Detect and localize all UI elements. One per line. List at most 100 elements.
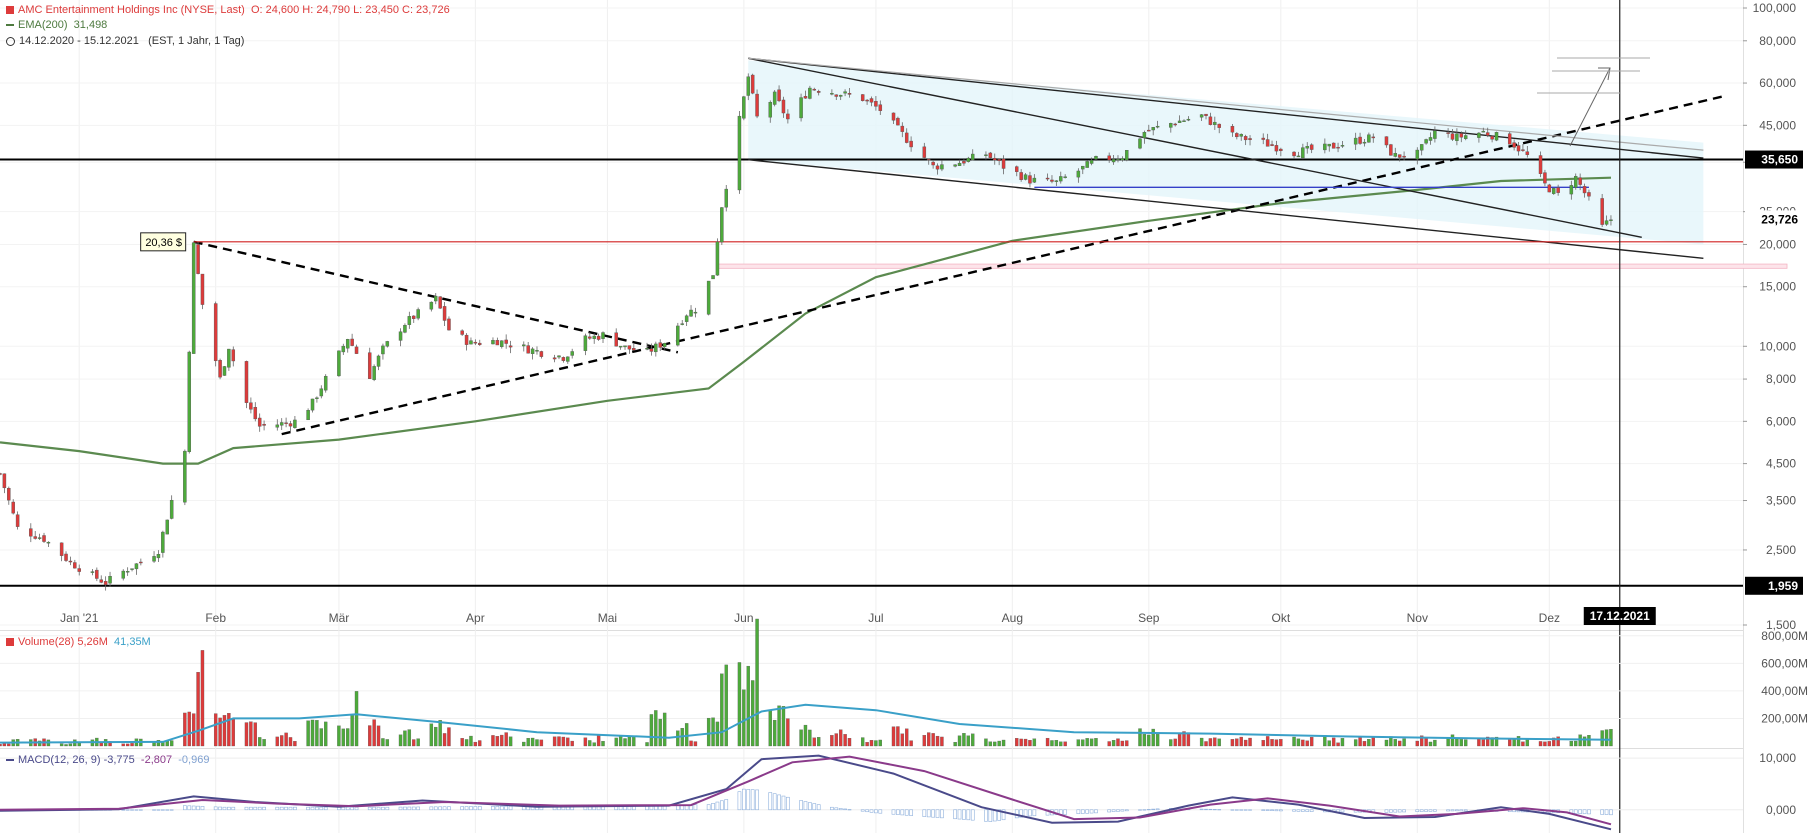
candle-body [218, 360, 222, 378]
volume-bar [535, 739, 539, 747]
volume-bar [1001, 739, 1006, 747]
macd-histogram-bar [249, 806, 253, 811]
volume-bar [742, 689, 746, 747]
volume-bar [227, 713, 231, 747]
candle-body [385, 341, 390, 347]
candle-body [1107, 155, 1111, 161]
candle-body [1239, 133, 1243, 137]
candle-body [984, 154, 988, 156]
macd-histogram-bar [1402, 809, 1406, 813]
macd-histogram-bar [715, 801, 720, 811]
volume-bar [1270, 739, 1274, 747]
volume-bar [1151, 728, 1155, 747]
candle-body [1054, 180, 1059, 182]
candle-body [416, 309, 420, 319]
candle-body [1331, 142, 1336, 149]
macd-histogram-bar [279, 806, 284, 811]
candle-body [1521, 149, 1525, 151]
macd-histogram-bar [1582, 809, 1587, 815]
volume-bar [442, 733, 447, 747]
macd-histogram-bar [1199, 808, 1204, 811]
cursor-date-label: 17.12.2021 [1590, 609, 1650, 623]
volume-bar [350, 715, 354, 747]
candle-body [1230, 126, 1235, 133]
candle-body [434, 295, 438, 302]
candle-body [869, 98, 874, 103]
candle-body [746, 76, 750, 96]
candle-body [1362, 141, 1367, 144]
volume-bar [1397, 740, 1402, 747]
candle-body [535, 350, 539, 352]
candle-body [1358, 136, 1362, 144]
macd-histogram-bar [1428, 809, 1433, 812]
x-tick-label: Nov [1407, 611, 1428, 625]
volume-bar [310, 719, 315, 747]
candle-body [442, 306, 447, 321]
macd-tick-label: 0,000 [1766, 803, 1796, 817]
macd-histogram-bar [1116, 809, 1120, 812]
candle-body [566, 356, 570, 362]
ohlc-readout: O: 24,600 H: 24,790 L: 23,450 C: 23,726 [250, 4, 450, 16]
candle-body [970, 153, 975, 161]
candle-body [1147, 129, 1151, 132]
volume-bar [750, 680, 755, 747]
volume-bar [1173, 738, 1177, 747]
candle-body [1182, 120, 1186, 122]
volume-bar [552, 736, 557, 747]
candle-body [526, 345, 530, 354]
candle-body [1327, 143, 1331, 147]
volume-bar [896, 726, 900, 747]
macd-histogram-bar [900, 809, 905, 816]
volume-bar [799, 729, 803, 747]
volume-bar [478, 740, 482, 747]
volume-bar [398, 734, 403, 747]
macd-histogram-bar [284, 806, 288, 811]
candle-body [99, 579, 103, 583]
volume-bar [592, 742, 596, 747]
macd-histogram-bar [161, 809, 165, 811]
macd-histogram-bar [262, 806, 266, 811]
volume-bar [768, 709, 772, 747]
volume-bar [447, 727, 451, 747]
macd-histogram-bar [499, 805, 504, 811]
macd-tick-label: 10,000 [1759, 751, 1796, 765]
macd-histogram-bar [1397, 809, 1402, 813]
volume-bar [583, 737, 588, 747]
candle-body [1173, 123, 1177, 126]
macd-histogram-bar [962, 809, 966, 820]
candle-body [0, 473, 2, 475]
candle-body [1248, 138, 1252, 140]
macd-histogram-bar [1424, 809, 1428, 812]
volume-bar [1142, 734, 1147, 747]
volume-bar [1204, 741, 1208, 747]
macd-histogram-bar [1248, 809, 1252, 811]
macd-histogram-bar [1340, 809, 1345, 813]
candle-body [73, 562, 77, 569]
volume-bar [561, 736, 566, 747]
candle-body [1296, 155, 1301, 158]
candle-body [121, 570, 125, 579]
volume-value1: 5,26M [77, 636, 108, 648]
macd-histogram-bar [737, 791, 742, 811]
macd-histogram-bar [385, 806, 390, 811]
candle-body [1485, 132, 1490, 136]
candle-body [808, 87, 812, 99]
candle-body [1270, 144, 1274, 146]
date-range: 14.12.2020 - 15.12.2021 [19, 35, 139, 47]
candle-body [1305, 146, 1309, 149]
macd-histogram-bar [367, 806, 372, 811]
volume-bar [288, 737, 293, 747]
volume-bar [905, 728, 909, 747]
volume-bar [1081, 739, 1085, 747]
candle-body [275, 424, 280, 428]
macd-histogram-bar [970, 809, 975, 821]
candle-body [988, 152, 993, 158]
macd-histogram-bar [1265, 809, 1270, 811]
macd-histogram-bar [310, 806, 315, 811]
candle-body [438, 296, 442, 309]
volume-bar [627, 736, 632, 747]
volume-bar [878, 739, 882, 747]
macd-histogram-bar [1393, 809, 1398, 813]
macd-histogram-bar [1296, 809, 1301, 812]
macd-histogram-bar [134, 809, 139, 811]
